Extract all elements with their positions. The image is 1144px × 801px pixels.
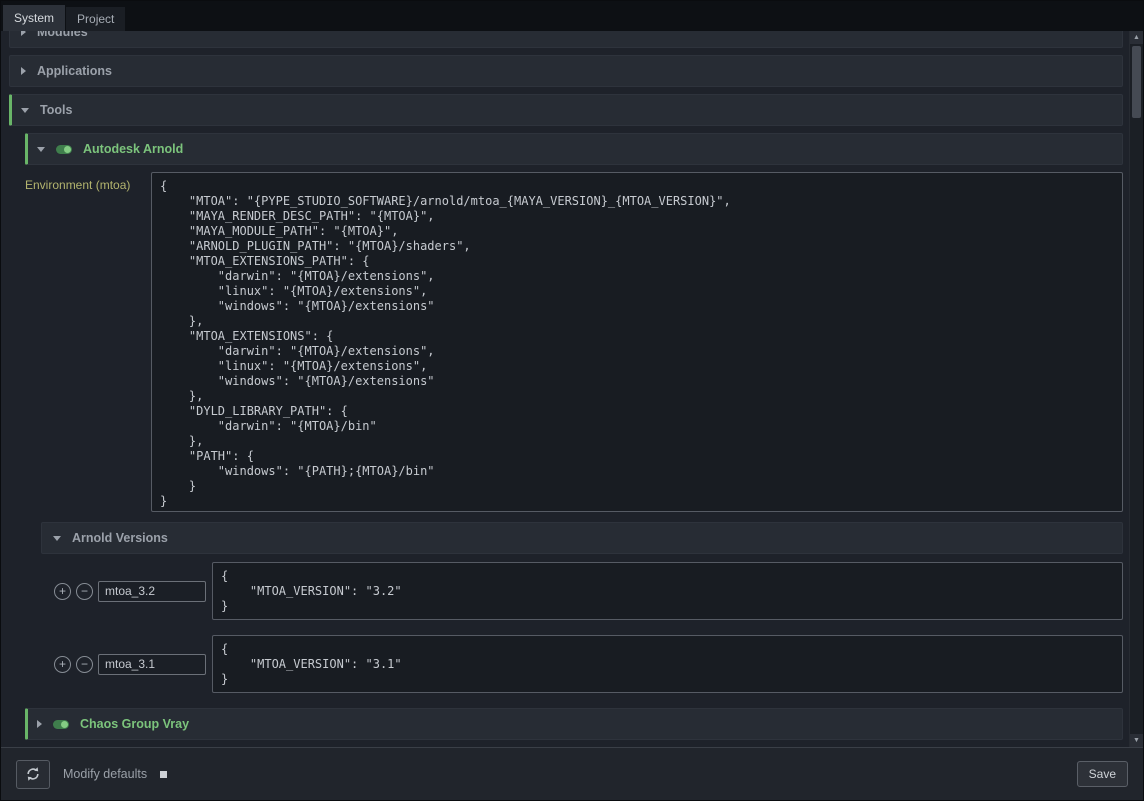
section-modules-label: Modules <box>37 31 88 39</box>
scrollbar-track[interactable] <box>1130 44 1143 734</box>
group-chaos-group-vray-label: Chaos Group Vray <box>80 717 189 731</box>
chevron-right-icon <box>21 31 26 36</box>
section-applications-label: Applications <box>37 64 112 78</box>
tab-project[interactable]: Project <box>66 7 125 31</box>
version-row: + − { "MTOA_VERSION": "3.2" } <box>54 562 1123 620</box>
chevron-down-icon <box>37 147 45 152</box>
version-key-input[interactable] <box>98 654 206 675</box>
version-row: + − { "MTOA_VERSION": "3.1" } <box>54 635 1123 693</box>
add-version-button[interactable]: + <box>54 656 71 673</box>
environment-label: Environment (mtoa) <box>25 172 151 512</box>
section-tools-label: Tools <box>40 103 72 117</box>
section-tools[interactable]: Tools <box>9 94 1123 126</box>
tab-system[interactable]: System <box>3 5 65 31</box>
remove-version-button[interactable]: − <box>76 583 93 600</box>
group-autodesk-arnold[interactable]: Autodesk Arnold <box>25 133 1123 165</box>
enabled-toggle-icon[interactable] <box>53 720 69 729</box>
chevron-right-icon <box>37 720 42 728</box>
version-key-input[interactable] <box>98 581 206 602</box>
modify-defaults-checkbox[interactable] <box>160 771 167 778</box>
remove-version-button[interactable]: − <box>76 656 93 673</box>
chevron-down-icon <box>21 108 29 113</box>
settings-scroll-area: Modules Applications Tools Autodesk Arno… <box>1 31 1129 747</box>
settings-tabbar: System Project <box>1 1 1143 31</box>
scrollbar-thumb[interactable] <box>1132 46 1141 118</box>
vertical-scrollbar[interactable]: ▲ ▼ <box>1129 31 1143 747</box>
add-version-button[interactable]: + <box>54 583 71 600</box>
section-arnold-versions[interactable]: Arnold Versions <box>41 522 1123 554</box>
group-autodesk-arnold-label: Autodesk Arnold <box>83 142 183 156</box>
version-json-editor[interactable]: { "MTOA_VERSION": "3.2" } <box>212 562 1123 620</box>
footer-bar: Modify defaults Save <box>1 747 1143 800</box>
refresh-icon <box>25 766 41 782</box>
chevron-down-icon <box>53 536 61 541</box>
scroll-up-icon[interactable]: ▲ <box>1130 31 1143 44</box>
settings-window: System Project Modules Applications <box>0 0 1144 801</box>
group-chaos-group-vray[interactable]: Chaos Group Vray <box>25 708 1123 740</box>
section-arnold-versions-label: Arnold Versions <box>72 531 168 545</box>
environment-row: Environment (mtoa) { "MTOA": "{PYPE_STUD… <box>25 172 1123 512</box>
save-button[interactable]: Save <box>1077 761 1128 787</box>
environment-json-editor[interactable]: { "MTOA": "{PYPE_STUDIO_SOFTWARE}/arnold… <box>151 172 1123 512</box>
settings-main: Modules Applications Tools Autodesk Arno… <box>1 31 1143 747</box>
section-modules[interactable]: Modules <box>9 31 1123 48</box>
chevron-right-icon <box>21 67 26 75</box>
refresh-button[interactable] <box>16 760 50 789</box>
version-json-editor[interactable]: { "MTOA_VERSION": "3.1" } <box>212 635 1123 693</box>
section-applications[interactable]: Applications <box>9 55 1123 87</box>
modify-defaults-label: Modify defaults <box>63 767 147 781</box>
enabled-toggle-icon[interactable] <box>56 145 72 154</box>
scroll-down-icon[interactable]: ▼ <box>1130 734 1143 747</box>
